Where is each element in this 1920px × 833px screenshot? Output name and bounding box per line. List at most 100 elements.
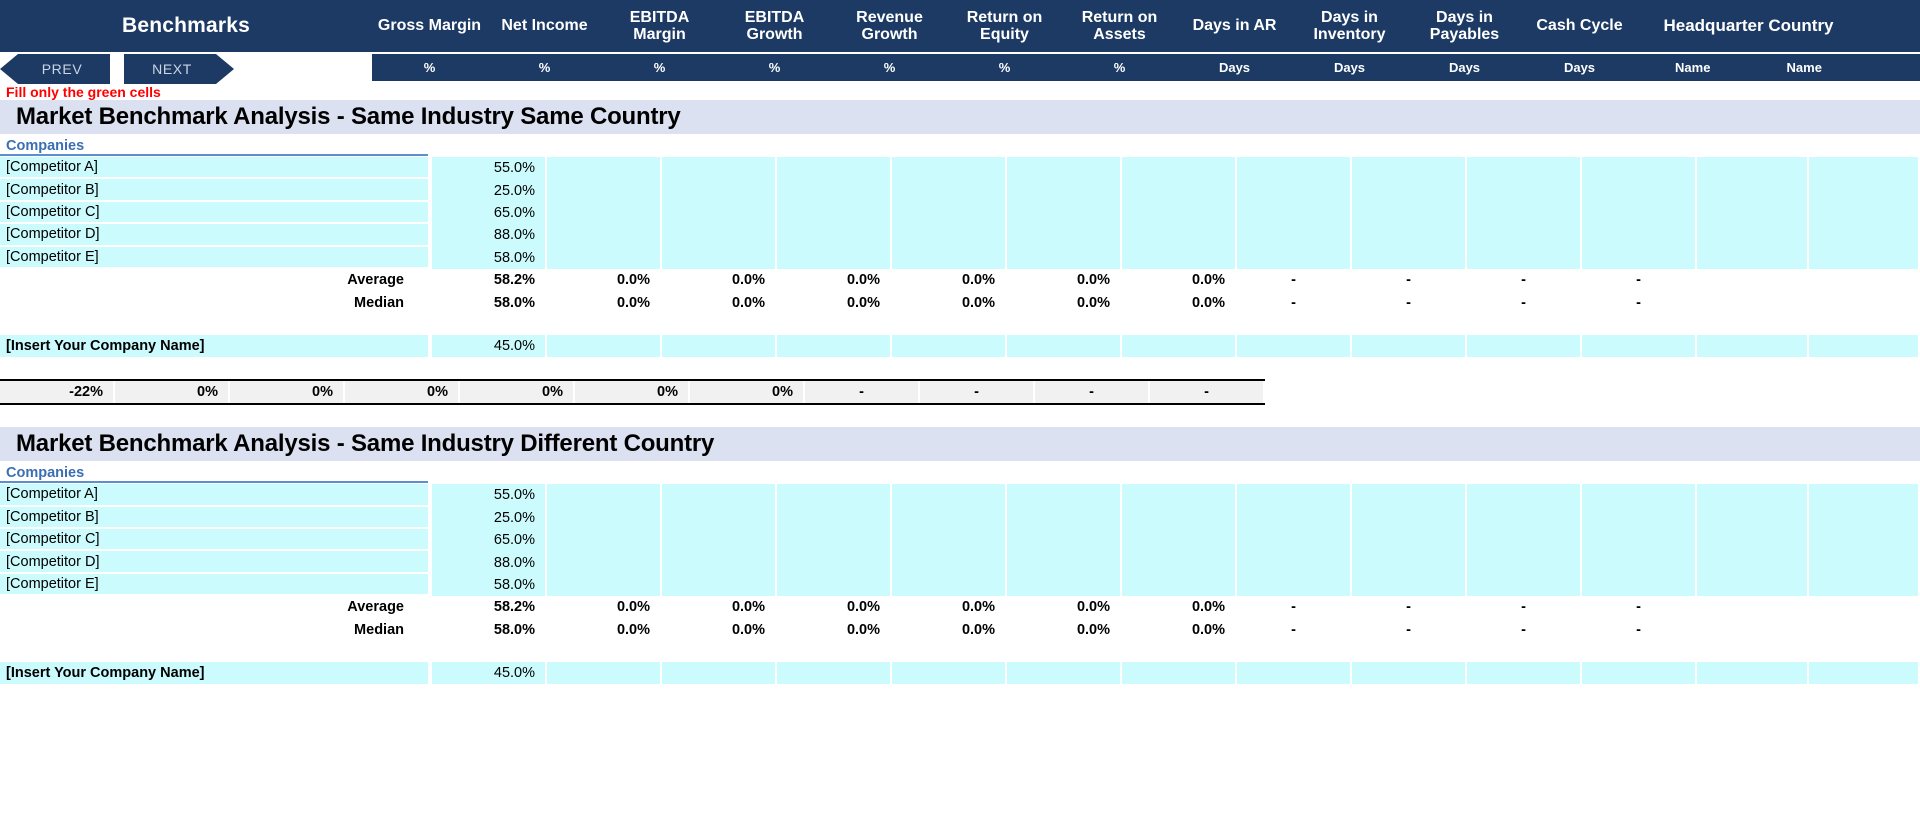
- competitor-cell-1-2[interactable]: [662, 179, 777, 202]
- competitor-cell-0-1[interactable]: [547, 484, 662, 507]
- competitor-cell-3-9[interactable]: [1467, 224, 1582, 247]
- competitor-cell-0-10[interactable]: [1582, 157, 1697, 180]
- your-company-cell-5[interactable]: [1007, 334, 1122, 358]
- competitor-cell-2-10[interactable]: [1582, 201, 1697, 225]
- your-company-cell-6[interactable]: [1122, 334, 1237, 358]
- competitor-cell-4-1[interactable]: [547, 573, 662, 597]
- your-company-cell-7[interactable]: [1237, 662, 1352, 685]
- competitor-cell-4-10[interactable]: [1582, 573, 1697, 597]
- competitor-cell-2-hq-1[interactable]: [1808, 201, 1920, 225]
- competitor-cell-2-10[interactable]: [1582, 529, 1697, 552]
- competitor-name-input-1[interactable]: [Competitor B]: [0, 506, 428, 529]
- competitor-cell-0-hq-1[interactable]: [1808, 484, 1920, 507]
- your-company-cell-2[interactable]: [662, 334, 777, 358]
- competitor-cell-0-6[interactable]: [1122, 157, 1237, 180]
- your-company-cell-0[interactable]: 45.0%: [432, 662, 547, 685]
- competitor-cell-2-5[interactable]: [1007, 529, 1122, 552]
- competitor-cell-3-5[interactable]: [1007, 224, 1122, 247]
- competitor-cell-4-6[interactable]: [1122, 573, 1237, 597]
- competitor-cell-3-5[interactable]: [1007, 551, 1122, 574]
- your-company-cell-4[interactable]: [892, 662, 1007, 685]
- competitor-cell-4-0[interactable]: 58.0%: [432, 246, 547, 269]
- competitor-cell-2-3[interactable]: [777, 529, 892, 552]
- competitor-cell-1-5[interactable]: [1007, 506, 1122, 529]
- next-button[interactable]: NEXT: [124, 54, 234, 84]
- your-company-cell-10[interactable]: [1582, 662, 1697, 685]
- competitor-cell-1-4[interactable]: [892, 506, 1007, 529]
- competitor-cell-2-0[interactable]: 65.0%: [432, 201, 547, 225]
- competitor-cell-3-10[interactable]: [1582, 224, 1697, 247]
- competitor-cell-2-8[interactable]: [1352, 201, 1467, 225]
- competitor-cell-3-1[interactable]: [547, 224, 662, 247]
- your-company-cell-9[interactable]: [1467, 662, 1582, 685]
- your-company-cell-9[interactable]: [1467, 334, 1582, 358]
- competitor-cell-2-6[interactable]: [1122, 201, 1237, 225]
- competitor-cell-1-7[interactable]: [1237, 179, 1352, 202]
- competitor-cell-0-8[interactable]: [1352, 157, 1467, 180]
- competitor-cell-2-2[interactable]: [662, 201, 777, 225]
- competitor-cell-4-6[interactable]: [1122, 246, 1237, 269]
- competitor-name-input-0[interactable]: [Competitor A]: [0, 484, 428, 507]
- competitor-cell-2-3[interactable]: [777, 201, 892, 225]
- competitor-cell-3-0[interactable]: 88.0%: [432, 551, 547, 574]
- competitor-cell-0-7[interactable]: [1237, 157, 1352, 180]
- competitor-cell-1-0[interactable]: 25.0%: [432, 179, 547, 202]
- competitor-cell-3-2[interactable]: [662, 224, 777, 247]
- competitor-cell-1-3[interactable]: [777, 179, 892, 202]
- competitor-cell-0-3[interactable]: [777, 157, 892, 180]
- your-company-cell-6[interactable]: [1122, 662, 1237, 685]
- competitor-cell-4-2[interactable]: [662, 246, 777, 269]
- competitor-cell-1-9[interactable]: [1467, 179, 1582, 202]
- competitor-cell-0-hq-0[interactable]: [1697, 484, 1809, 507]
- competitor-cell-4-4[interactable]: [892, 246, 1007, 269]
- competitor-cell-1-0[interactable]: 25.0%: [432, 506, 547, 529]
- your-company-cell-1[interactable]: [547, 662, 662, 685]
- your-company-cell-7[interactable]: [1237, 334, 1352, 358]
- competitor-name-input-4[interactable]: [Competitor E]: [0, 246, 428, 269]
- competitor-cell-4-9[interactable]: [1467, 573, 1582, 597]
- competitor-cell-0-0[interactable]: 55.0%: [432, 157, 547, 180]
- competitor-cell-2-4[interactable]: [892, 529, 1007, 552]
- your-company-cell-hq-1[interactable]: [1808, 334, 1920, 358]
- competitor-cell-1-hq-0[interactable]: [1697, 506, 1809, 529]
- competitor-cell-3-hq-1[interactable]: [1808, 224, 1920, 247]
- competitor-cell-1-6[interactable]: [1122, 179, 1237, 202]
- prev-button[interactable]: PREV: [0, 54, 110, 84]
- competitor-cell-3-3[interactable]: [777, 551, 892, 574]
- competitor-cell-1-1[interactable]: [547, 179, 662, 202]
- competitor-cell-2-1[interactable]: [547, 201, 662, 225]
- competitor-cell-4-hq-1[interactable]: [1808, 573, 1920, 597]
- competitor-cell-3-7[interactable]: [1237, 224, 1352, 247]
- your-company-cell-10[interactable]: [1582, 334, 1697, 358]
- competitor-cell-3-10[interactable]: [1582, 551, 1697, 574]
- competitor-cell-3-4[interactable]: [892, 551, 1007, 574]
- competitor-cell-0-1[interactable]: [547, 157, 662, 180]
- competitor-cell-0-9[interactable]: [1467, 157, 1582, 180]
- competitor-cell-3-2[interactable]: [662, 551, 777, 574]
- competitor-cell-0-5[interactable]: [1007, 157, 1122, 180]
- competitor-name-input-2[interactable]: [Competitor C]: [0, 529, 428, 552]
- competitor-cell-2-0[interactable]: 65.0%: [432, 529, 547, 552]
- competitor-cell-3-0[interactable]: 88.0%: [432, 224, 547, 247]
- competitor-cell-2-hq-1[interactable]: [1808, 529, 1920, 552]
- competitor-cell-2-8[interactable]: [1352, 529, 1467, 552]
- your-company-name-input[interactable]: [Insert Your Company Name]: [0, 662, 428, 685]
- competitor-name-input-3[interactable]: [Competitor D]: [0, 224, 428, 247]
- competitor-name-input-4[interactable]: [Competitor E]: [0, 573, 428, 597]
- competitor-cell-3-7[interactable]: [1237, 551, 1352, 574]
- your-company-cell-4[interactable]: [892, 334, 1007, 358]
- competitor-cell-1-3[interactable]: [777, 506, 892, 529]
- competitor-cell-4-9[interactable]: [1467, 246, 1582, 269]
- competitor-cell-4-10[interactable]: [1582, 246, 1697, 269]
- competitor-cell-4-3[interactable]: [777, 573, 892, 597]
- competitor-cell-3-6[interactable]: [1122, 224, 1237, 247]
- your-company-cell-hq-1[interactable]: [1808, 662, 1920, 685]
- competitor-cell-0-hq-1[interactable]: [1808, 157, 1920, 180]
- your-company-cell-8[interactable]: [1352, 334, 1467, 358]
- competitor-cell-1-6[interactable]: [1122, 506, 1237, 529]
- competitor-cell-4-5[interactable]: [1007, 573, 1122, 597]
- competitor-cell-1-8[interactable]: [1352, 506, 1467, 529]
- competitor-cell-2-6[interactable]: [1122, 529, 1237, 552]
- competitor-cell-1-hq-0[interactable]: [1697, 179, 1809, 202]
- your-company-cell-hq-0[interactable]: [1697, 662, 1809, 685]
